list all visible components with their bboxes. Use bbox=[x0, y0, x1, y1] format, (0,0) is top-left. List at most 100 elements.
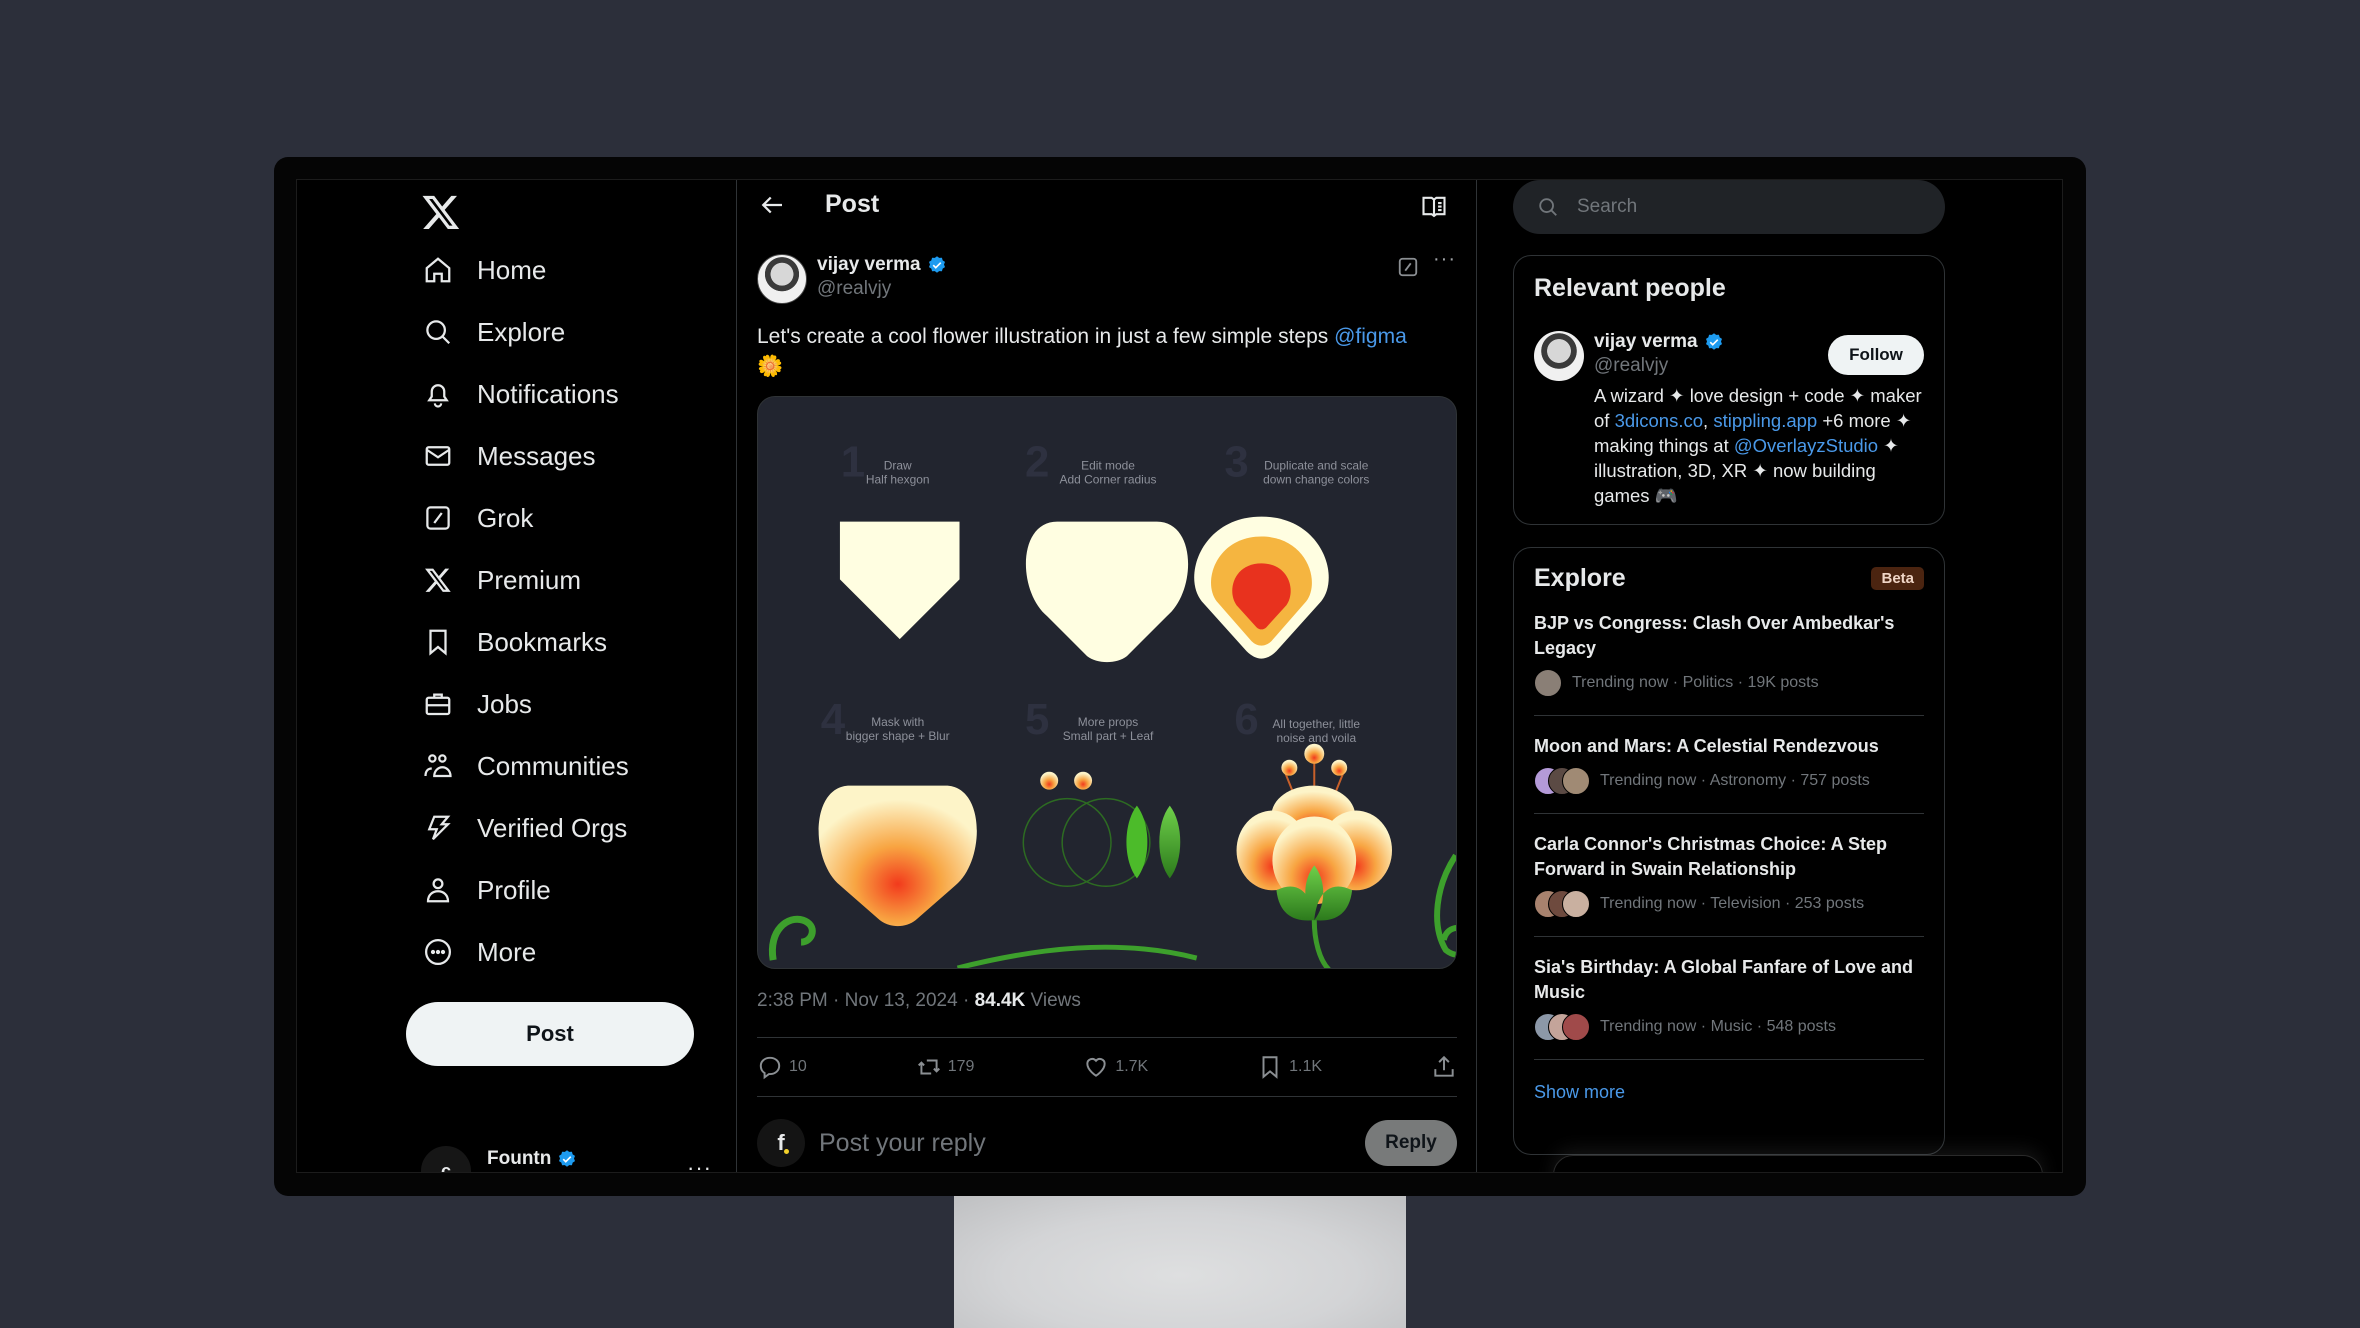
page-title: Post bbox=[825, 190, 880, 218]
step-number: 1 bbox=[841, 438, 865, 487]
sidebar-item-verified-orgs[interactable]: Verified Orgs bbox=[421, 803, 627, 853]
home-icon bbox=[421, 253, 455, 287]
sidebar-item-bookmarks[interactable]: Bookmarks bbox=[421, 617, 607, 667]
bell-icon bbox=[421, 377, 455, 411]
person-bio: A wizard ✦ love design + code ✦ maker of… bbox=[1594, 383, 1934, 508]
bio-mention-link[interactable]: @OverlayzStudio bbox=[1734, 435, 1878, 456]
sidebar-item-label: Explore bbox=[477, 316, 566, 347]
search-input[interactable] bbox=[1577, 196, 1917, 218]
repost-action[interactable]: 179 bbox=[916, 1054, 974, 1080]
trend-meta-row: Trending now · Television · 253 posts bbox=[1534, 890, 1924, 918]
sidebar-item-label: Communities bbox=[477, 750, 629, 781]
step-number: 2 bbox=[1025, 438, 1049, 487]
trend-item[interactable]: Sia's Birthday: A Global Fanfare of Love… bbox=[1534, 937, 1924, 1060]
monitor-frame: Home Explore Notifications Messages Grok… bbox=[274, 157, 2086, 1196]
post-button[interactable]: Post bbox=[406, 1002, 694, 1066]
verified-badge-icon bbox=[928, 256, 945, 273]
verified-badge-icon bbox=[1705, 333, 1722, 350]
relevant-people-title: Relevant people bbox=[1534, 274, 1726, 302]
sidebar-item-more[interactable]: More bbox=[421, 927, 536, 977]
leaf-shape-shaded bbox=[1159, 805, 1181, 879]
sidebar-item-jobs[interactable]: Jobs bbox=[421, 679, 532, 729]
relevant-people-card: Relevant people vijay verma @realvjy A w… bbox=[1513, 255, 1945, 525]
tweet-timestamp[interactable]: 2:38 PM · Nov 13, 2024 · bbox=[757, 990, 975, 1011]
trend-meta-row: Trending now · Politics · 19K posts bbox=[1534, 669, 1924, 697]
bio-text: , bbox=[1703, 410, 1714, 431]
trend-item[interactable]: BJP vs Congress: Clash Over Ambedkar's L… bbox=[1534, 593, 1924, 716]
sidebar-item-profile[interactable]: Profile bbox=[421, 865, 551, 915]
avatar[interactable]: f bbox=[757, 1119, 805, 1167]
sidebar-item-notifications[interactable]: Notifications bbox=[421, 369, 619, 419]
tweet-media-image[interactable]: 1 Draw Half hexgon 2 Edit mode Add Corner … bbox=[757, 396, 1457, 969]
grok-icon bbox=[421, 501, 455, 535]
explore-card: Explore Beta BJP vs Congress: Clash Over… bbox=[1513, 547, 1945, 1155]
bio-link[interactable]: 3dicons.co bbox=[1615, 410, 1703, 431]
divider bbox=[757, 1037, 1457, 1038]
rounded-shape bbox=[1025, 521, 1189, 663]
blurred-petal bbox=[818, 785, 977, 927]
search-box[interactable] bbox=[1513, 180, 1945, 234]
mention-link[interactable]: @figma bbox=[1334, 325, 1407, 348]
more-options-icon[interactable]: ··· bbox=[1433, 248, 1456, 271]
tweet-body: Let's create a cool flower illustration … bbox=[757, 325, 1335, 348]
sidebar-item-label: Grok bbox=[477, 502, 534, 533]
step-number: 5 bbox=[1025, 695, 1049, 744]
more-circle-icon bbox=[421, 935, 455, 969]
like-action[interactable]: 1.7K bbox=[1083, 1054, 1148, 1080]
follow-button[interactable]: Follow bbox=[1828, 335, 1924, 375]
beta-badge: Beta bbox=[1871, 567, 1924, 590]
trend-title: BJP vs Congress: Clash Over Ambedkar's L… bbox=[1534, 613, 1895, 658]
sidebar-item-home[interactable]: Home bbox=[421, 245, 546, 295]
account-switcher[interactable]: c Fountn bbox=[421, 1146, 577, 1172]
reader-mode-icon[interactable] bbox=[1420, 192, 1448, 220]
sidebar-item-premium[interactable]: Premium bbox=[421, 555, 581, 605]
author-avatar[interactable] bbox=[757, 254, 807, 304]
search-icon bbox=[1539, 198, 1557, 216]
person-item[interactable]: vijay verma @realvjy A wizard ✦ love des… bbox=[1534, 331, 1924, 508]
sidebar-item-label: Messages bbox=[477, 440, 596, 471]
reply-action[interactable]: 10 bbox=[757, 1054, 807, 1080]
trend-meta: Trending now · Music · 548 posts bbox=[1600, 1018, 1836, 1035]
step-title: All together, little bbox=[1272, 717, 1360, 731]
sidebar-item-communities[interactable]: Communities bbox=[421, 741, 629, 791]
bookmark-action[interactable]: 1.1K bbox=[1257, 1054, 1322, 1080]
person-name: vijay verma bbox=[1594, 331, 1698, 352]
grok-icon[interactable] bbox=[1397, 256, 1419, 278]
bio-link[interactable]: stippling.app bbox=[1713, 410, 1817, 431]
sidebar-item-explore[interactable]: Explore bbox=[421, 307, 565, 357]
flower-stem bbox=[1311, 920, 1331, 968]
show-more-link[interactable]: Show more bbox=[1534, 1082, 1924, 1103]
reply-button[interactable]: Reply bbox=[1365, 1120, 1457, 1166]
sidebar-item-messages[interactable]: Messages bbox=[421, 431, 596, 481]
trend-title: Carla Connor's Christmas Choice: A Step … bbox=[1534, 834, 1888, 879]
person-avatar[interactable] bbox=[1534, 331, 1584, 381]
stamen bbox=[1304, 743, 1325, 764]
sidebar-item-grok[interactable]: Grok bbox=[421, 493, 533, 543]
back-arrow-icon[interactable] bbox=[757, 190, 789, 222]
share-action[interactable] bbox=[1431, 1054, 1457, 1080]
sidebar-item-label: Verified Orgs bbox=[477, 812, 628, 843]
x-app-window: Home Explore Notifications Messages Grok… bbox=[296, 179, 2063, 1173]
sidebar-nav: Home Explore Notifications Messages Grok… bbox=[297, 180, 737, 1172]
tweet-author[interactable]: vijay verma @realvjy bbox=[757, 254, 947, 304]
envelope-icon bbox=[421, 439, 455, 473]
trend-avatars bbox=[1534, 767, 1590, 795]
trend-item[interactable]: Carla Connor's Christmas Choice: A Step … bbox=[1534, 814, 1924, 937]
avatar-dot bbox=[784, 1149, 789, 1154]
account-more-icon[interactable]: ··· bbox=[687, 1155, 712, 1172]
sidebar-item-label: Bookmarks bbox=[477, 626, 608, 657]
reply-count: 10 bbox=[789, 1058, 807, 1075]
reply-composer: f Reply bbox=[757, 1115, 1457, 1171]
step-subtitle: noise and voila bbox=[1276, 731, 1356, 745]
explore-header: Explore Beta bbox=[1534, 564, 1924, 593]
verified-badge-icon bbox=[559, 1150, 576, 1167]
trend-title: Moon and Mars: A Celestial Rendezvous bbox=[1534, 736, 1879, 756]
x-logo-icon[interactable] bbox=[421, 192, 461, 232]
trend-item[interactable]: Moon and Mars: A Celestial Rendezvous Tr… bbox=[1534, 716, 1924, 814]
step-subtitle: Add Corner radius bbox=[1060, 473, 1157, 487]
step-number: 6 bbox=[1234, 695, 1258, 744]
trend-meta: Trending now · Television · 253 posts bbox=[1600, 895, 1865, 912]
bookmark-icon bbox=[1262, 1056, 1278, 1079]
reply-input[interactable] bbox=[819, 1128, 1365, 1158]
vine bbox=[956, 944, 1198, 968]
